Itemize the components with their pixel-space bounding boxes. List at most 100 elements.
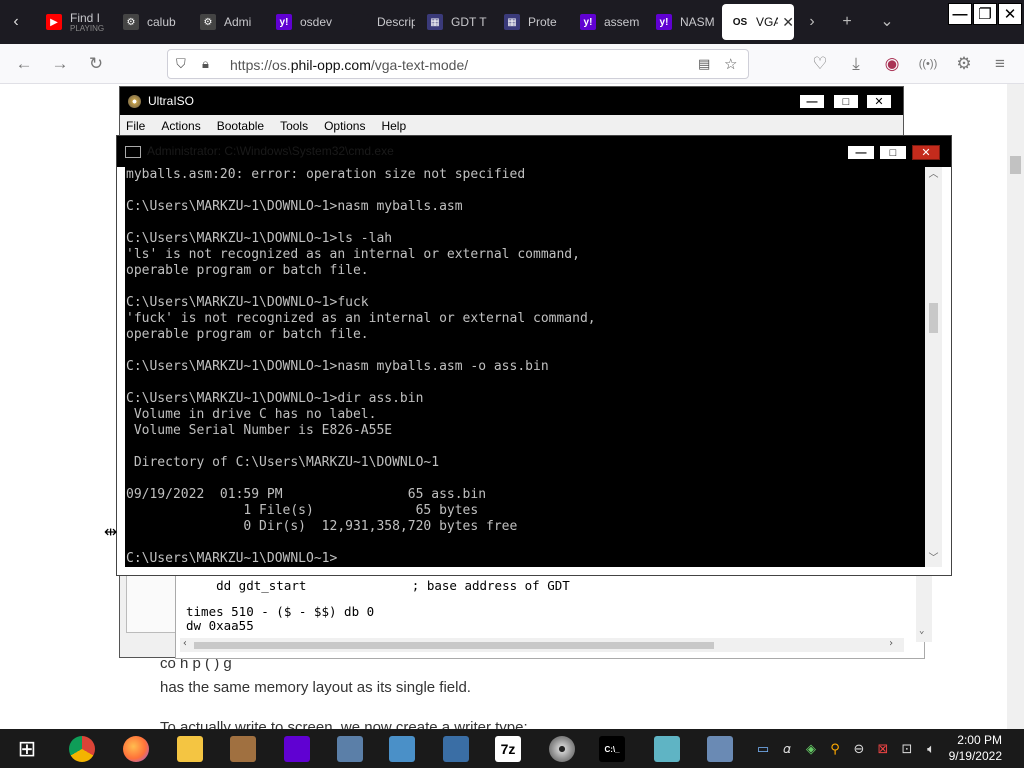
url-bar[interactable]: ⛉ 🔒︎ https://os.phil-opp.com/vga-text-mo… xyxy=(167,49,749,79)
tab-scroll-right-icon[interactable]: › xyxy=(802,12,822,32)
cmd-vertical-scrollbar[interactable]: ︿ ﹀ xyxy=(925,167,942,567)
tray-icon[interactable]: ⊠ xyxy=(875,741,891,757)
tab-scroll-left-icon[interactable]: ‹ xyxy=(8,12,24,32)
cmd-scrollbar-thumb[interactable] xyxy=(929,303,938,333)
cmd-window: Administrator: C:\Windows\System32\cmd.e… xyxy=(116,135,952,576)
lock-icon[interactable]: 🔒︎ xyxy=(202,56,209,72)
resize-cursor-icon: ⇹ xyxy=(104,524,118,541)
perfmon-taskbar-button[interactable] xyxy=(385,732,419,766)
url-text[interactable]: https://os.phil-opp.com/vga-text-mode/ xyxy=(230,57,468,73)
calculator-taskbar-button[interactable] xyxy=(703,732,737,766)
scroll-left-icon[interactable]: ‹ xyxy=(182,638,188,649)
menu-item-bootable[interactable]: Bootable xyxy=(217,119,264,133)
clock[interactable]: 2:00 PM 9/19/2022 xyxy=(942,732,1002,764)
tray-icon[interactable]: ⊖ xyxy=(851,741,867,757)
cmd-output-line: 09/19/2022 01:59 PM 65 ass.bin xyxy=(126,487,487,502)
scroll-right-icon[interactable]: › xyxy=(888,638,894,649)
cmd-minimize-button[interactable]: — xyxy=(847,145,875,160)
volume-icon[interactable]: 🔈︎ xyxy=(923,741,939,757)
perfmon-icon xyxy=(389,736,415,762)
network-taskbar-button[interactable] xyxy=(439,732,473,766)
ultraiso-app-icon xyxy=(128,95,141,108)
asm-horizontal-scrollbar[interactable]: ‹ › xyxy=(180,638,904,652)
reload-icon[interactable]: ↻ xyxy=(86,54,106,74)
tab-title: Descriptor xyxy=(377,15,415,29)
close-window-button[interactable]: ✕ xyxy=(998,3,1022,25)
tab-9[interactable]: OS VGA ✕ xyxy=(722,4,794,40)
restore-window-button[interactable]: ❐ xyxy=(973,3,997,25)
menu-item-tools[interactable]: Tools xyxy=(280,119,308,133)
mixer-taskbar-button[interactable] xyxy=(333,732,367,766)
page-scrollbar[interactable] xyxy=(1007,84,1024,729)
tab-0[interactable]: ▶ Find I PLAYING xyxy=(36,4,108,40)
tab-4[interactable]: Descriptor xyxy=(343,4,415,40)
tab-1[interactable]: ⚙ calub xyxy=(113,4,185,40)
search-icon[interactable]: ⚲ xyxy=(827,741,843,757)
cmd-output-line: operable program or batch file. xyxy=(126,263,369,278)
close-tab-icon[interactable]: ✕ xyxy=(782,14,794,31)
tab-2[interactable]: ⚙ Admi xyxy=(190,4,262,40)
downloads-icon[interactable]: ⤓ xyxy=(846,54,866,74)
tab-6[interactable]: ▦ Prote xyxy=(494,4,566,40)
yahoo-messenger-taskbar-button[interactable] xyxy=(280,732,314,766)
menu-item-actions[interactable]: Actions xyxy=(161,119,200,133)
extension-icon[interactable]: ((•)) xyxy=(918,54,938,74)
cmd-output-line: C:\Users\MARKZU~1\DOWNLO~1>fuck xyxy=(126,295,369,310)
tray-icon[interactable]: ◈ xyxy=(803,741,819,757)
cmd-console[interactable]: myballs.asm:20: error: operation size no… xyxy=(125,167,925,567)
cmd-output-line: C:\Users\MARKZU~1\DOWNLO~1>ls -lah xyxy=(126,231,393,246)
cmd-title-bar[interactable]: Administrator: C:\Windows\System32\cmd.e… xyxy=(117,136,951,167)
shield-icon[interactable]: ⛉ xyxy=(176,56,186,72)
reader-view-icon[interactable]: ▤ xyxy=(698,56,710,72)
cmd-close-button[interactable]: ✕ xyxy=(912,145,940,160)
ultraiso-maximize-button[interactable]: □ xyxy=(833,94,859,109)
tab-7[interactable]: y! assem xyxy=(570,4,642,40)
asm-horizontal-scrollbar-thumb[interactable] xyxy=(194,642,714,649)
windows-start-taskbar-button[interactable]: ⊞ xyxy=(10,732,44,766)
notepad-taskbar-button[interactable] xyxy=(650,732,684,766)
firefox-taskbar-button[interactable] xyxy=(119,732,153,766)
cmd-output-line: 'fuck' is not recognized as an internal … xyxy=(126,311,596,326)
cmd-icon: C:\_ xyxy=(599,736,625,762)
ultraiso-close-button[interactable]: ✕ xyxy=(866,94,892,109)
mixer-icon xyxy=(337,736,363,762)
extension-icon[interactable]: ⚙ xyxy=(954,54,974,74)
scroll-up-icon[interactable]: ︿ xyxy=(925,167,942,183)
tab-8[interactable]: y! NASM xyxy=(646,4,718,40)
back-icon[interactable]: ← xyxy=(14,54,34,74)
disc-taskbar-button[interactable] xyxy=(545,732,579,766)
app-taskbar-button[interactable] xyxy=(226,732,260,766)
tab-5[interactable]: ▦ GDT T xyxy=(417,4,489,40)
bookmark-star-icon[interactable]: ☆ xyxy=(724,55,737,73)
7zip-taskbar-button[interactable]: 7z xyxy=(491,732,525,766)
asm-editor-panel[interactable]: dd gdt_start ; base address of GDT times… xyxy=(175,575,932,659)
list-tabs-icon[interactable]: ⌄ xyxy=(877,12,897,32)
tab-3[interactable]: y! osdev xyxy=(266,4,338,40)
page-scrollbar-thumb[interactable] xyxy=(1010,156,1021,174)
cmd-maximize-button[interactable]: □ xyxy=(879,145,907,160)
menu-item-file[interactable]: File xyxy=(126,119,145,133)
cmd-title: Administrator: C:\Windows\System32\cmd.e… xyxy=(147,144,394,158)
extension-icon[interactable]: ◉ xyxy=(882,54,902,74)
ultraiso-minimize-button[interactable]: — xyxy=(799,94,825,109)
forward-icon[interactable]: → xyxy=(50,54,70,74)
scroll-down-icon[interactable]: ⌄ xyxy=(919,626,924,636)
new-tab-icon[interactable]: + xyxy=(837,12,857,32)
network-tray-icon[interactable]: ⊡ xyxy=(899,741,915,757)
asm-vertical-scrollbar[interactable]: ⌄ xyxy=(916,576,932,642)
page-text: has the same memory layout as its single… xyxy=(160,679,471,696)
chrome-taskbar-button[interactable] xyxy=(65,732,99,766)
tray-icon[interactable]: ▭ xyxy=(755,741,771,757)
minimize-window-button[interactable]: — xyxy=(948,3,972,25)
cmd-app-icon xyxy=(125,146,141,158)
tray-icon[interactable]: 𝛼 xyxy=(779,741,795,757)
cmd-output-line: C:\Users\MARKZU~1\DOWNLO~1>nasm myballs.… xyxy=(126,199,463,214)
pocket-icon[interactable]: ♡ xyxy=(810,54,830,74)
file-explorer-taskbar-button[interactable] xyxy=(173,732,207,766)
ultraiso-title-bar[interactable]: UltraISO — □ ✕ xyxy=(120,87,903,115)
menu-icon[interactable]: ≡ xyxy=(990,54,1010,74)
cmd-taskbar-button[interactable]: C:\_ xyxy=(595,732,629,766)
menu-item-help[interactable]: Help xyxy=(381,119,406,133)
scroll-down-icon[interactable]: ﹀ xyxy=(925,551,942,567)
menu-item-options[interactable]: Options xyxy=(324,119,365,133)
